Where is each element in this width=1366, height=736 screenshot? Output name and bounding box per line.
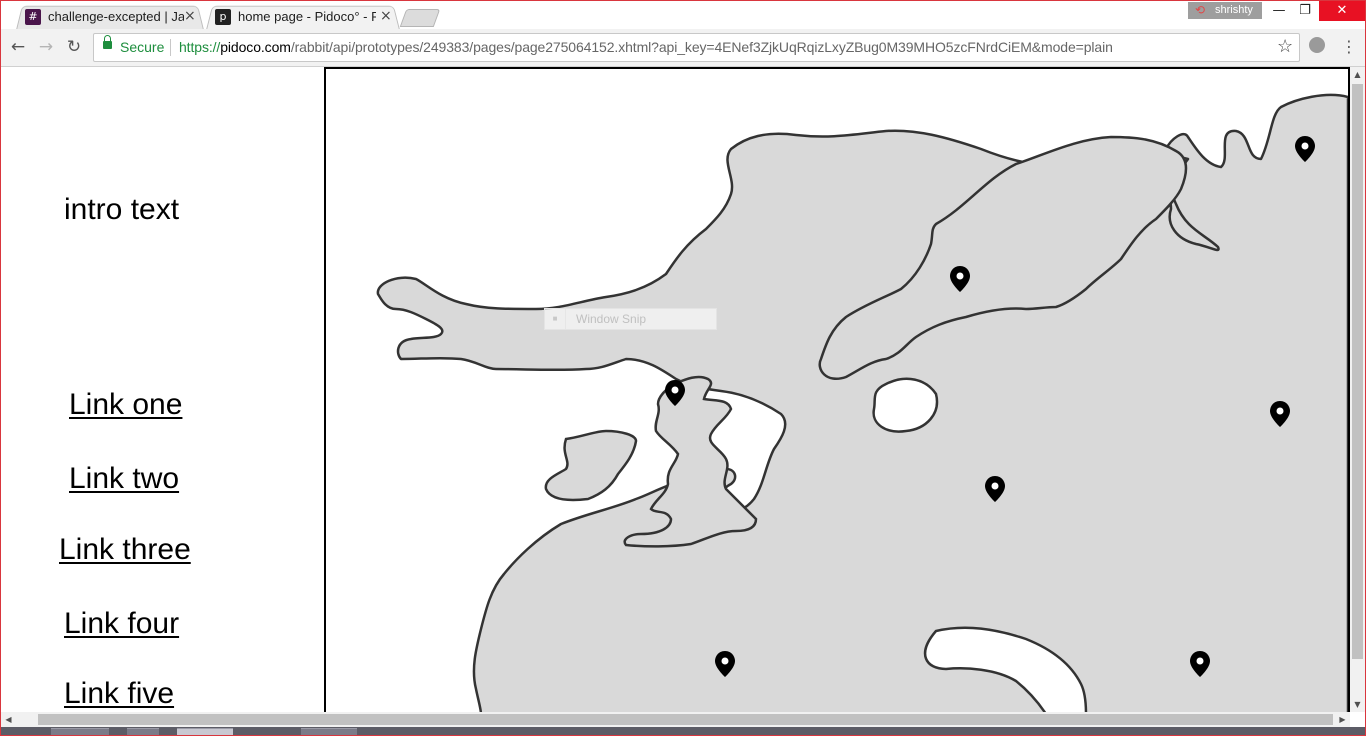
reload-button[interactable]: ↻ — [64, 37, 84, 57]
vertical-scroll-thumb[interactable] — [1352, 84, 1363, 659]
scroll-right-arrow-icon[interactable]: ▶ — [1335, 712, 1350, 727]
link-two[interactable]: Link two — [69, 462, 187, 496]
url-text[interactable]: https://pidoco.com/rabbit/api/prototypes… — [179, 39, 1113, 55]
tab-close-icon[interactable]: × — [184, 8, 196, 24]
window-snip-overlay: ■ Window Snip — [544, 308, 717, 330]
vertical-scrollbar[interactable]: ▲ ▼ — [1350, 67, 1365, 712]
link-three[interactable]: Link three — [59, 533, 199, 567]
url-path: /rabbit/api/prototypes/249383/pages/page… — [290, 39, 1113, 55]
snip-icon: ■ — [545, 309, 566, 329]
ireland-shape — [544, 429, 638, 502]
intro-text: intro text — [64, 193, 180, 226]
extension-icon[interactable] — [1309, 37, 1325, 53]
tab-home-page-pidoco[interactable]: p home page - Pidoco° - Pr × — [206, 4, 400, 30]
scroll-down-arrow-icon[interactable]: ▼ — [1350, 697, 1365, 712]
europe-map — [376, 93, 1350, 712]
tab-challenge-excepted[interactable]: # challenge-excepted | Jaag × — [16, 4, 204, 30]
tab-title: challenge-excepted | Jaag — [48, 9, 184, 24]
profile-name: shrishty — [1215, 4, 1253, 16]
scroll-left-arrow-icon[interactable]: ◀ — [1, 712, 16, 727]
inner-sea — [872, 377, 939, 433]
forward-button[interactable]: → — [36, 37, 56, 57]
url-host: pidoco.com — [220, 39, 291, 55]
new-tab-button[interactable] — [399, 9, 441, 27]
link-one[interactable]: Link one — [69, 388, 190, 422]
pidoco-favicon-icon: p — [215, 9, 231, 25]
browser-menu-icon[interactable]: ⋮ — [1341, 37, 1357, 57]
url-scheme: https:// — [179, 39, 221, 55]
taskbar-item[interactable] — [177, 728, 233, 736]
restore-button[interactable]: ❐ — [1291, 1, 1319, 21]
back-button[interactable]: ← — [8, 37, 28, 57]
horizontal-scroll-thumb[interactable] — [38, 714, 1333, 725]
address-bar[interactable]: Secure https://pidoco.com/rabbit/api/pro… — [93, 33, 1300, 62]
mainland-shape — [376, 93, 1350, 712]
slack-favicon-icon: # — [25, 9, 41, 25]
bookmark-star-icon[interactable]: ☆ — [1277, 36, 1293, 57]
profile-button[interactable]: ⟲ shrishty — [1188, 2, 1262, 19]
page-content: intro text Link one Link two Link three … — [1, 67, 1350, 712]
taskbar-item[interactable] — [51, 728, 109, 736]
map-panel[interactable]: ■ Window Snip — [326, 67, 1350, 712]
close-window-button[interactable]: ✕ — [1319, 1, 1365, 21]
browser-toolbar: ← → ↻ Secure https://pidoco.com/rabbit/a… — [1, 29, 1365, 67]
minimize-button[interactable]: — — [1265, 1, 1293, 21]
tab-close-icon[interactable]: × — [380, 8, 392, 24]
tab-title: home page - Pidoco° - Pr — [238, 9, 376, 24]
horizontal-scrollbar[interactable]: ◀ ▶ — [1, 712, 1350, 727]
sidebar: intro text Link one Link two Link three … — [1, 67, 326, 712]
snip-label: Window Snip — [576, 312, 647, 326]
taskbar-item[interactable] — [301, 728, 357, 736]
tab-strip: # challenge-excepted | Jaag × p home pag… — [1, 1, 1365, 30]
link-five[interactable]: Link five — [64, 677, 182, 711]
taskbar-item[interactable] — [127, 728, 159, 736]
divider — [170, 39, 171, 56]
link-four[interactable]: Link four — [64, 607, 187, 641]
lock-icon — [103, 35, 112, 49]
scroll-up-arrow-icon[interactable]: ▲ — [1350, 67, 1365, 82]
profile-icon: ⟲ — [1195, 3, 1206, 17]
taskbar — [1, 727, 1365, 736]
security-label: Secure — [120, 39, 165, 55]
